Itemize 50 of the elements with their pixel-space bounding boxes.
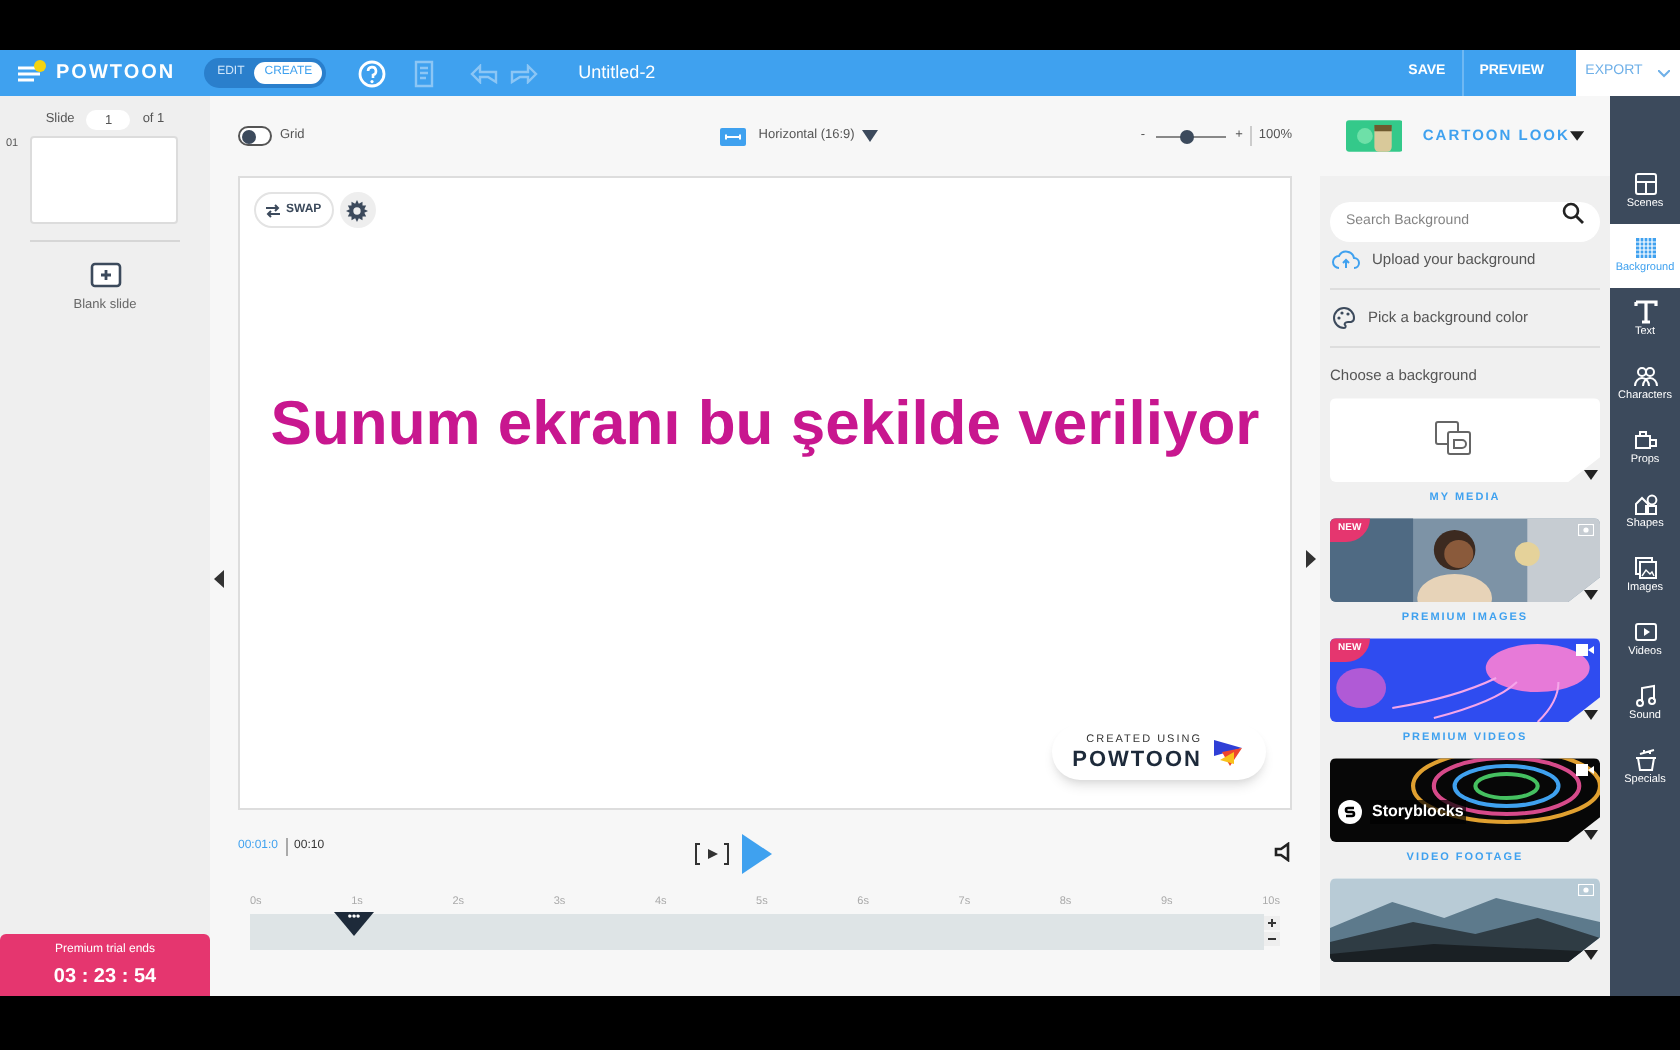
volume-icon[interactable] xyxy=(1274,842,1292,862)
add-slide-icon[interactable] xyxy=(89,262,121,288)
brand-name: Storyblocks xyxy=(1370,800,1466,825)
video-camera-icon xyxy=(1576,644,1594,657)
help-icon[interactable] xyxy=(358,59,387,87)
tool-icon xyxy=(1633,748,1657,772)
slider-thumb[interactable] xyxy=(1180,129,1195,143)
tool-icon xyxy=(1633,428,1657,452)
tool-icon xyxy=(1633,684,1657,708)
grid-toggle[interactable] xyxy=(238,126,272,146)
tool-icon xyxy=(1633,492,1657,516)
dropdown-arrow-icon[interactable] xyxy=(1569,130,1584,142)
caption-text: Sunum ekranı bu şekilde veriliyor xyxy=(268,386,1262,462)
tool-icon xyxy=(1633,556,1657,580)
slide-thumbnail[interactable] xyxy=(30,136,178,224)
countdown-timer: 03 : 23 : 54 xyxy=(53,966,157,988)
tool-icon xyxy=(1633,172,1657,196)
tool-icon xyxy=(1633,620,1657,644)
collapse-left-icon[interactable] xyxy=(214,570,226,588)
timeline-zoom-in-icon[interactable] xyxy=(1264,916,1280,930)
palette-icon[interactable] xyxy=(1332,306,1356,330)
tool-icon xyxy=(1633,300,1657,324)
camera-icon xyxy=(1578,524,1594,537)
brand-icon xyxy=(1338,800,1362,825)
dropdown-arrow-icon[interactable] xyxy=(1584,590,1598,601)
dropdown-arrow-icon[interactable] xyxy=(1584,950,1598,961)
collapse-right-icon[interactable] xyxy=(1304,550,1316,568)
settings-button[interactable] xyxy=(339,192,376,228)
menu-icon[interactable] xyxy=(16,59,48,87)
chevron-down-icon xyxy=(1658,69,1671,77)
orientation-icon[interactable] xyxy=(720,127,747,145)
video-camera-icon xyxy=(1576,764,1594,777)
tool-icon xyxy=(1633,364,1657,388)
dropdown-arrow-icon[interactable] xyxy=(1584,710,1598,721)
play-icon[interactable] xyxy=(742,834,772,874)
dropdown-arrow-icon[interactable] xyxy=(1584,830,1598,841)
tool-icon xyxy=(1633,236,1657,260)
dropdown-arrow-icon[interactable] xyxy=(1584,470,1598,481)
media-icon xyxy=(1434,420,1474,457)
settings-icon xyxy=(346,199,369,221)
dropdown-arrow-icon[interactable] xyxy=(862,130,879,142)
app-logo: POWTOON xyxy=(56,60,176,88)
search-icon[interactable] xyxy=(1562,202,1584,224)
swap-icon xyxy=(266,203,280,217)
look-thumbnail-icon[interactable] xyxy=(1346,116,1403,156)
timeline-track[interactable] xyxy=(250,914,1264,950)
badge-brand: POWTOON xyxy=(1072,748,1202,772)
timeline-zoom-out-icon[interactable] xyxy=(1264,932,1280,946)
camera-icon xyxy=(1578,884,1594,897)
play-scene-icon[interactable] xyxy=(694,842,730,866)
